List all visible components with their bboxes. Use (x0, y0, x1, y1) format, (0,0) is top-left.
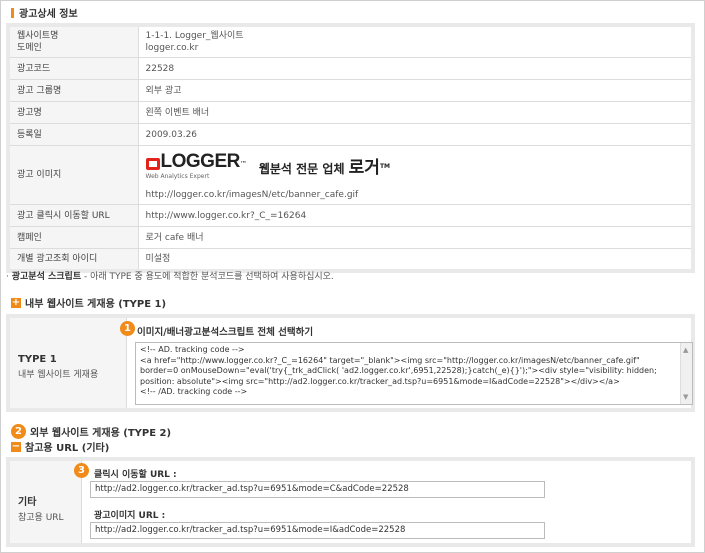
table-row: 광고코드 22528 (7, 57, 694, 80)
select-all-script-link[interactable]: 이미지/배너광고분석스크립트 전체 선택하기 (137, 324, 313, 338)
row-value: 로거 cafe 배너 (137, 226, 694, 249)
script-section-title: · 광고분석 스크립트 - 아래 TYPE 중 용도에 적합한 분석코드를 선택… (6, 272, 334, 282)
type1-panel: TYPE 1 내부 웹사이트 게재용 1 이미지/배너광고분석스크립트 전체 선… (6, 314, 695, 412)
script-code-textarea[interactable]: <!-- AD. tracking code --> <a href="http… (135, 342, 693, 405)
click-url-label: 클릭시 이동할 URL : (94, 470, 177, 480)
banner-tagline: 웹분석 전문 업체 로거TM (258, 158, 391, 178)
section-marker-icon (11, 8, 14, 18)
type1-toggle[interactable]: + 내부 웹사이트 게재용 (TYPE 1) (11, 295, 166, 310)
scroll-up-icon[interactable]: ▲ (683, 345, 688, 356)
logo-mark-icon (145, 158, 160, 170)
row-label: 광고 이미지 (7, 145, 139, 205)
row-label: 개별 광고조회 아이디 (7, 248, 139, 271)
step-3-badge: 3 (74, 463, 89, 478)
table-row: 캠페인 로거 cafe 배너 (7, 226, 694, 249)
image-url: http://logger.co.kr/imagesN/etc/banner_c… (145, 190, 359, 200)
row-label: 웹사이트명 (17, 31, 59, 41)
ad-detail-page: 광고상세 정보 웹사이트명 도메인 1-1-1. Logger_웹사이트 log… (0, 0, 705, 553)
etc-sublabel: 참고용 URL (18, 513, 64, 523)
scrollbar[interactable]: ▲ ▼ (680, 343, 692, 404)
ad-info-table: 웹사이트명 도메인 1-1-1. Logger_웹사이트 logger.co.k… (6, 23, 695, 273)
row-value: 22528 (137, 57, 694, 80)
row-value: 외부 광고 (137, 79, 694, 102)
table-row: 광고 클릭시 이동할 URL http://www.logger.co.kr?_… (7, 204, 694, 227)
row-value: 왼쪽 이벤트 배너 (137, 101, 694, 124)
click-url-field[interactable]: http://ad2.logger.co.kr/tracker_ad.tsp?u… (90, 481, 545, 498)
row-label: 광고 클릭시 이동할 URL (7, 204, 139, 227)
table-row: 광고명 왼쪽 이벤트 배너 (7, 101, 694, 124)
row-value: 2009.03.26 (137, 123, 694, 146)
ad-banner-image: LOGGER ™ Web Analytics Expert 웹분석 전문 업체 … (145, 151, 685, 183)
row-label: 등록일 (7, 123, 139, 146)
section-title: 광고상세 정보 (11, 5, 78, 20)
type1-label: TYPE 1 (18, 354, 57, 365)
logger-logo: LOGGER ™ Web Analytics Expert (145, 151, 247, 180)
etc-toggle[interactable]: − 참고용 URL (기타) (11, 439, 109, 454)
image-url-label: 광고이미지 URL : (94, 511, 166, 521)
table-row: 개별 광고조회 아이디 미설정 (7, 248, 694, 271)
row-label: 광고코드 (7, 57, 139, 80)
etc-label: 기타 (18, 497, 37, 508)
row-value: 미설정 (137, 248, 694, 271)
row-value: http://www.logger.co.kr?_C_=16264 (137, 204, 694, 227)
row-value: 1-1-1. Logger_웹사이트 (145, 31, 244, 41)
row-label: 캠페인 (7, 226, 139, 249)
table-row: 등록일 2009.03.26 (7, 123, 694, 146)
type2-toggle[interactable]: 2 외부 웹사이트 게재용 (TYPE 2) (11, 424, 171, 439)
etc-panel: 기타 참고용 URL 3 클릭시 이동할 URL : http://ad2.lo… (6, 457, 695, 547)
step-1-badge: 1 (120, 321, 135, 336)
row-label: 광고명 (7, 101, 139, 124)
row-label: 도메인 (17, 43, 42, 53)
row-label: 광고 그룹명 (7, 79, 139, 102)
row-value: logger.co.kr (145, 43, 199, 53)
table-row: 광고 이미지 LOGGER ™ Web Analytics Expert 웹분석… (7, 145, 694, 205)
table-row: 광고 그룹명 외부 광고 (7, 79, 694, 102)
image-url-field[interactable]: http://ad2.logger.co.kr/tracker_ad.tsp?u… (90, 522, 545, 539)
step-2-badge: 2 (11, 424, 26, 439)
expand-plus-icon[interactable]: + (11, 297, 21, 308)
collapse-minus-icon[interactable]: − (11, 441, 21, 452)
scroll-down-icon[interactable]: ▼ (683, 392, 688, 403)
type1-sublabel: 내부 웹사이트 게재용 (18, 370, 99, 380)
table-row: 웹사이트명 도메인 1-1-1. Logger_웹사이트 logger.co.k… (7, 24, 694, 58)
